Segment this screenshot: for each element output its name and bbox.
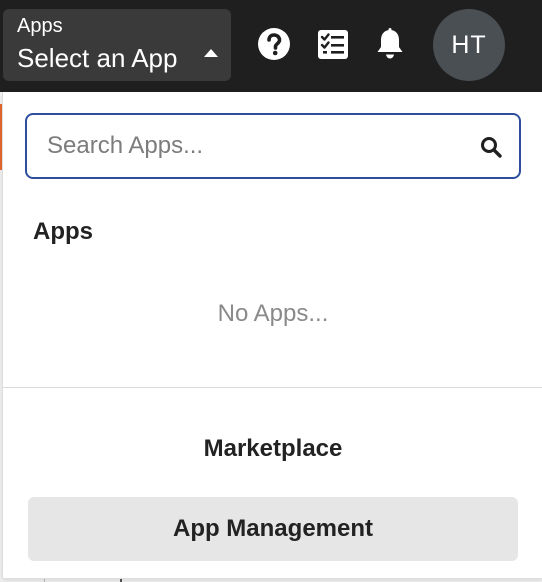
- bell-icon: [377, 28, 403, 59]
- apps-section-heading: Apps: [33, 218, 93, 245]
- apps-dropdown-panel: Apps No Apps... Marketplace App Manageme…: [2, 92, 542, 579]
- marketplace-link[interactable]: Marketplace: [3, 435, 542, 463]
- task-list-icon: [318, 30, 348, 59]
- help-button[interactable]: [256, 26, 292, 62]
- search-icon[interactable]: [479, 135, 503, 159]
- app-selector-dropdown[interactable]: Apps Select an App: [3, 9, 231, 81]
- section-divider: [3, 387, 542, 388]
- user-avatar[interactable]: HT: [433, 9, 505, 81]
- app-selector-value: Select an App: [17, 43, 178, 73]
- app-selector-caption: Apps: [17, 15, 63, 37]
- search-field[interactable]: [25, 113, 521, 179]
- caret-up-icon: [204, 49, 218, 57]
- help-icon: [258, 28, 290, 60]
- no-apps-message: No Apps...: [217, 300, 329, 327]
- app-management-button[interactable]: App Management: [28, 497, 518, 561]
- top-navigation-bar: Apps Select an App HT: [0, 0, 542, 92]
- task-list-button[interactable]: [315, 26, 351, 62]
- notifications-button[interactable]: [372, 26, 408, 62]
- search-apps-input[interactable]: [47, 115, 467, 177]
